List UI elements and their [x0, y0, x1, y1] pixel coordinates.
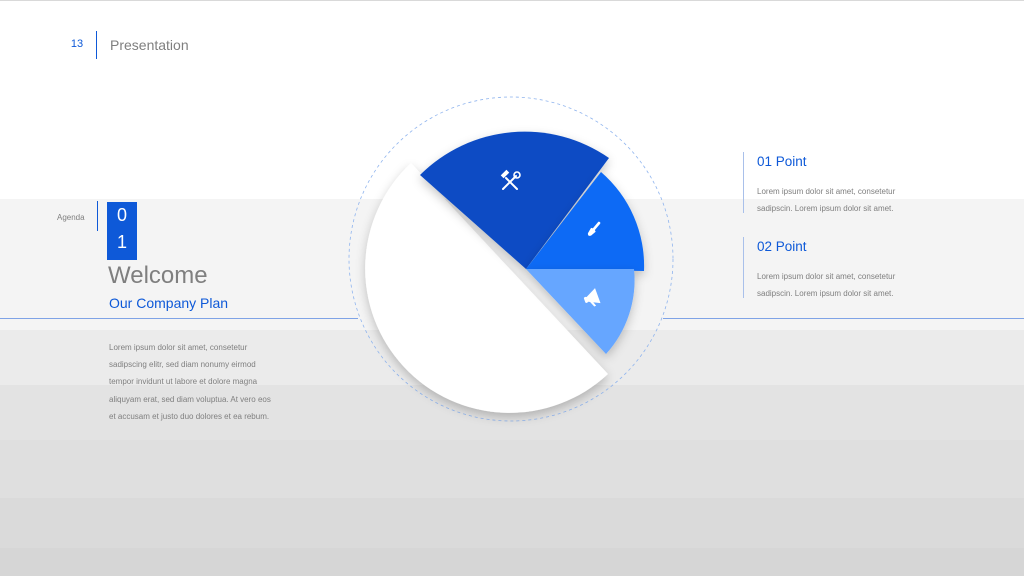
point-2-title: 02 Point: [757, 239, 807, 254]
point-1-title: 01 Point: [757, 154, 807, 169]
point-line: sadipscin. Lorem ipsum dolor sit amet.: [757, 289, 894, 298]
point-2-divider: [743, 237, 744, 298]
point-1-text: Lorem ipsum dolor sit amet, consetetur s…: [757, 183, 957, 217]
point-line: Lorem ipsum dolor sit amet, consetetur: [757, 272, 896, 281]
point-line: sadipscin. Lorem ipsum dolor sit amet.: [757, 204, 894, 213]
point-2-text: Lorem ipsum dolor sit amet, consetetur s…: [757, 268, 957, 302]
point-1-divider: [743, 152, 744, 213]
point-line: Lorem ipsum dolor sit amet, consetetur: [757, 187, 896, 196]
